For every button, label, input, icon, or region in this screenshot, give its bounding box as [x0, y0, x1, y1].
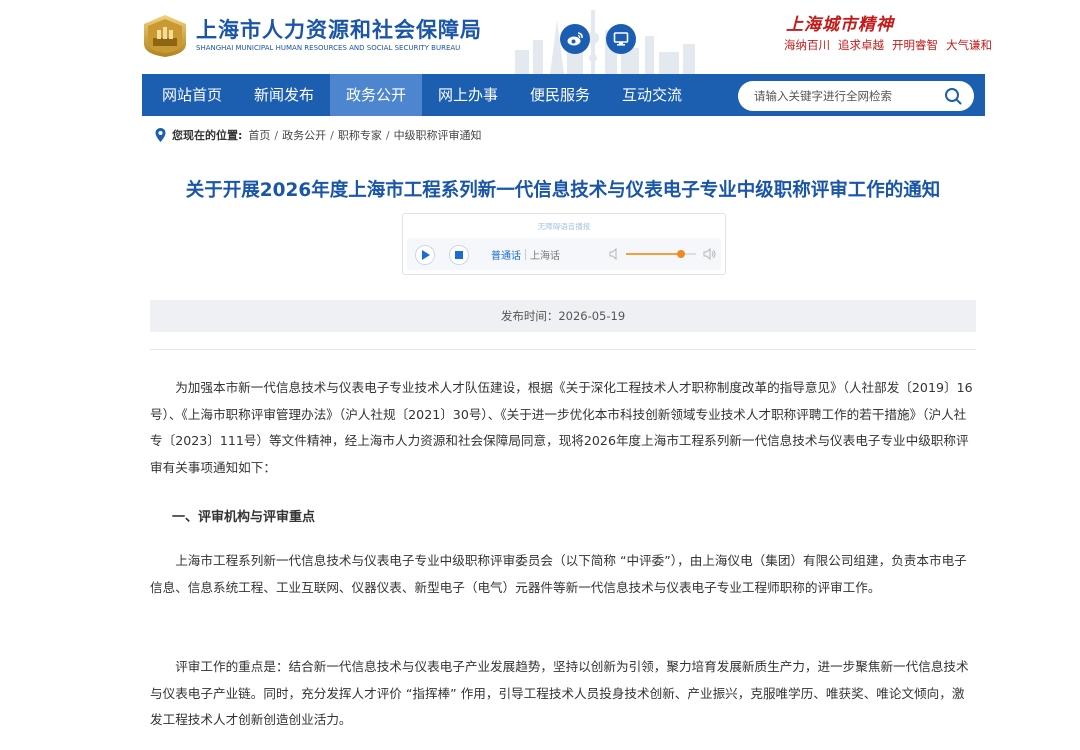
stop-button[interactable]: [449, 245, 469, 265]
location-pin-icon: [155, 128, 166, 142]
breadcrumb-separator: /: [274, 128, 279, 142]
pc-site-button[interactable]: [606, 24, 636, 54]
article-paragraph: 评审工作的重点是：结合新一代信息技术与仪表电子产业发展趋势，坚持以创新为引领，聚…: [150, 659, 969, 727]
volume-slider-fill: [626, 253, 681, 255]
article-body-continued: 上海市工程系列新一代信息技术与仪表电子专业中级职称评审委员会（以下简称 “中评委…: [150, 548, 976, 601]
breadcrumb-current[interactable]: 中级职称评审通知: [394, 127, 482, 143]
breadcrumb-separator: /: [385, 128, 390, 142]
nav-item-gov-affairs[interactable]: 政务公开: [330, 74, 422, 116]
city-spirit-word: 追求卓越: [838, 38, 884, 52]
city-spirit-title: 上海城市精神: [786, 15, 894, 35]
breadcrumb-gov-affairs[interactable]: 政务公开: [282, 127, 326, 143]
play-button[interactable]: [415, 245, 435, 265]
city-spirit-word: 海纳百川: [784, 38, 830, 52]
breadcrumb: 您现在的位置: 首页 / 政务公开 / 职称专家 / 中级职称评审通知: [155, 127, 482, 143]
breadcrumb-home[interactable]: 首页: [248, 127, 270, 143]
page-title: 关于开展2026年度上海市工程系列新一代信息技术与仪表电子专业中级职称评审工作的…: [185, 180, 941, 201]
article-paragraph: 为加强本市新一代信息技术与仪表电子专业技术人才队伍建设，根据《关于深化工程技术人…: [150, 380, 973, 475]
play-icon: [421, 250, 430, 260]
main-nav: 网站首页 新闻发布 政务公开 网上办事 便民服务 互动交流: [142, 74, 985, 116]
volume-low-icon[interactable]: [609, 248, 619, 260]
volume-slider[interactable]: [626, 250, 696, 258]
site-header: 上海市人力资源和社会保障局 SHANGHAI MUNICIPAL HUMAN R…: [0, 0, 1080, 74]
monitor-icon: [613, 32, 629, 46]
lang-mandarin[interactable]: 普通话: [487, 247, 525, 262]
nav-item-interaction[interactable]: 互动交流: [608, 74, 696, 116]
nav-item-convenience[interactable]: 便民服务: [516, 74, 604, 116]
site-logo-subtitle: SHANGHAI MUNICIPAL HUMAN RESOURCES AND S…: [196, 44, 461, 52]
search-box: [738, 81, 974, 111]
lang-shanghainese[interactable]: 上海话: [526, 247, 564, 262]
weibo-button[interactable]: [560, 24, 590, 54]
player-controls: 普通话 上海话: [407, 238, 721, 270]
article-body-continued-2: 评审工作的重点是：结合新一代信息技术与仪表电子产业发展趋势，坚持以创新为引领，聚…: [150, 654, 976, 734]
nav-item-home[interactable]: 网站首页: [148, 74, 236, 116]
bureau-emblem-icon[interactable]: [142, 14, 188, 58]
volume-slider-thumb[interactable]: [676, 250, 685, 258]
search-icon[interactable]: [944, 87, 962, 105]
article-body: 为加强本市新一代信息技术与仪表电子专业技术人才队伍建设，根据《关于深化工程技术人…: [150, 375, 976, 481]
city-spirit-words: 海纳百川 追求卓越 开明睿智 大气谦和: [784, 37, 992, 53]
breadcrumb-title-experts[interactable]: 职称专家: [338, 127, 382, 143]
site-logo-title[interactable]: 上海市人力资源和社会保障局: [196, 14, 482, 44]
search-input[interactable]: [754, 81, 934, 111]
audio-player: 无障碍语音播报 普通话 上海话: [402, 213, 726, 275]
stop-icon: [455, 251, 463, 259]
language-switch: 普通话 上海话: [487, 246, 564, 262]
volume-high-icon[interactable]: [703, 247, 717, 261]
skyline-decoration: [515, 10, 695, 74]
publish-date: 发布时间：2026-05-19: [150, 300, 976, 332]
nav-item-news[interactable]: 新闻发布: [240, 74, 328, 116]
article-paragraph: 上海市工程系列新一代信息技术与仪表电子专业中级职称评审委员会（以下简称 “中评委…: [150, 553, 967, 595]
player-brand: 无障碍语音播报: [537, 222, 591, 231]
content-divider: [150, 349, 976, 350]
nav-item-online-service[interactable]: 网上办事: [424, 74, 512, 116]
city-spirit-word: 开明睿智: [892, 38, 938, 52]
city-spirit-word: 大气谦和: [946, 38, 992, 52]
breadcrumb-separator: /: [330, 128, 334, 142]
weibo-icon: [567, 32, 583, 46]
breadcrumb-label: 您现在的位置:: [172, 129, 243, 142]
section-heading: 一、评审机构与评审重点: [172, 510, 316, 525]
